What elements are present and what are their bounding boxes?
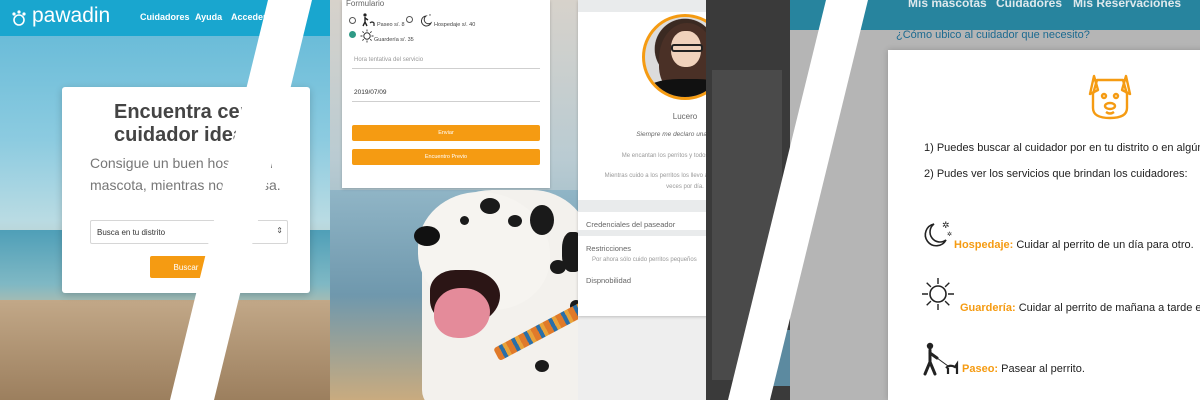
diagonal-dividers (170, 0, 868, 400)
slash-divider-1 (170, 0, 312, 400)
